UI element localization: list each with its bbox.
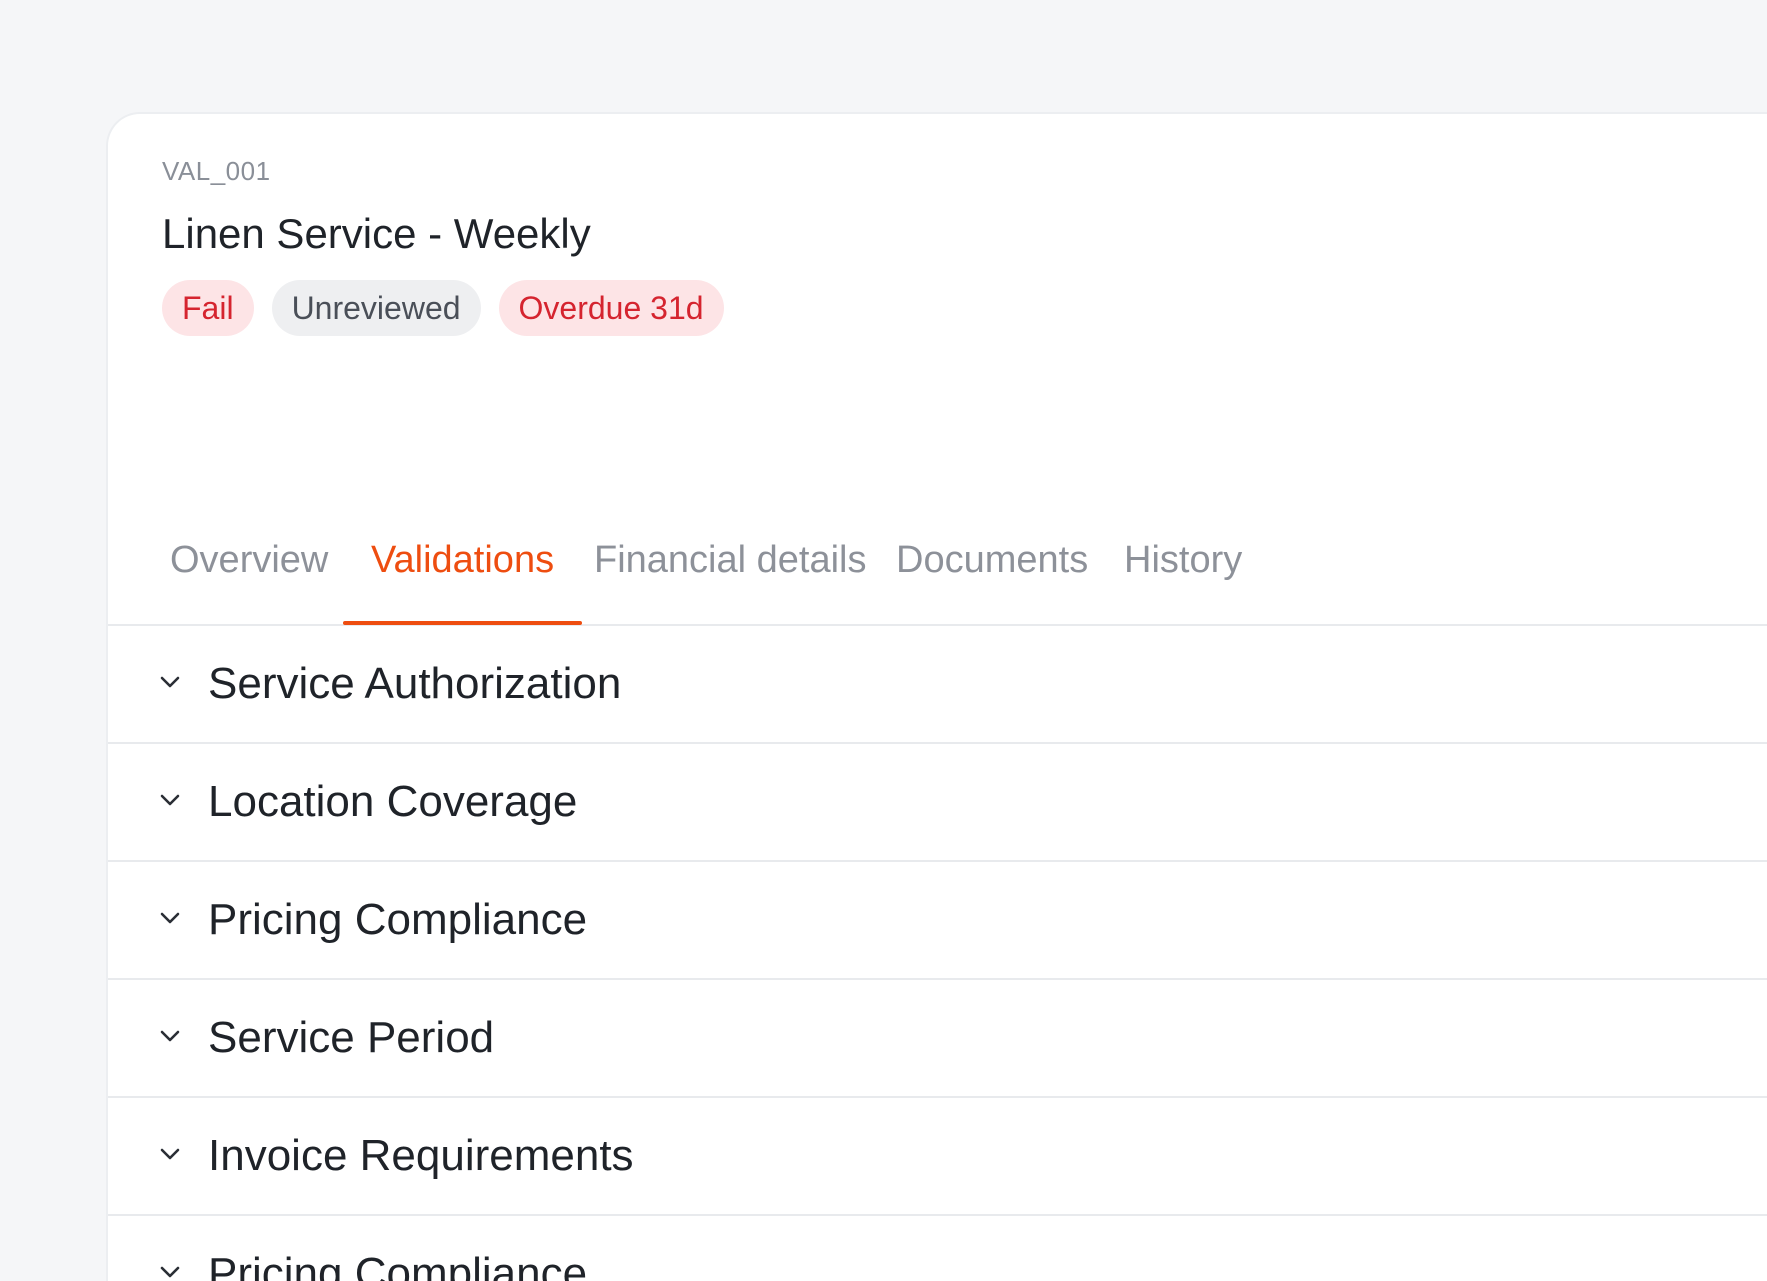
chevron-down-icon — [160, 1030, 180, 1042]
page-title: Linen Service - Weekly — [162, 210, 591, 257]
detail-card: VAL_001 Linen Service - Weekly Fail Unre… — [106, 112, 1767, 1281]
section-service-period[interactable]: Service Period — [108, 980, 1767, 1098]
status-badge-fail: Fail — [162, 280, 254, 336]
section-pricing-compliance[interactable]: Pricing Compliance — [108, 862, 1767, 980]
validation-sections: Service Authorization Location Coverage … — [108, 626, 1767, 1281]
chevron-down-icon — [160, 676, 180, 688]
section-label: Location Coverage — [208, 777, 578, 826]
section-label: Service Period — [208, 1013, 495, 1062]
section-invoice-requirements[interactable]: Invoice Requirements — [108, 1098, 1767, 1216]
tab-overview[interactable]: Overview — [142, 508, 356, 624]
chevron-down-icon — [160, 912, 180, 924]
chevron-down-icon — [160, 1266, 180, 1278]
record-id: VAL_001 — [162, 156, 271, 186]
section-location-coverage[interactable]: Location Coverage — [108, 744, 1767, 862]
section-label: Pricing Compliance — [208, 895, 588, 944]
section-label: Invoice Requirements — [208, 1131, 634, 1180]
tab-financial-details[interactable]: Financial details — [566, 508, 894, 624]
tab-documents[interactable]: Documents — [868, 508, 1116, 624]
section-pricing-compliance-2[interactable]: Pricing Compliance — [108, 1216, 1767, 1281]
section-label: Pricing Compliance — [208, 1249, 588, 1281]
chevron-down-icon — [160, 1148, 180, 1160]
section-service-authorization[interactable]: Service Authorization — [108, 626, 1767, 744]
status-badge-unreviewed: Unreviewed — [271, 280, 481, 336]
status-badge-overdue: Overdue 31d — [498, 280, 724, 336]
status-badges: Fail Unreviewed Overdue 31d — [162, 280, 724, 336]
tab-bar: Overview Validations Financial details D… — [108, 508, 1767, 626]
record-header: VAL_001 Linen Service - Weekly Fail Unre… — [162, 154, 724, 336]
tab-history[interactable]: History — [1096, 508, 1270, 624]
chevron-down-icon — [160, 794, 180, 806]
section-label: Service Authorization — [208, 659, 622, 708]
tab-validations[interactable]: Validations — [343, 508, 583, 625]
